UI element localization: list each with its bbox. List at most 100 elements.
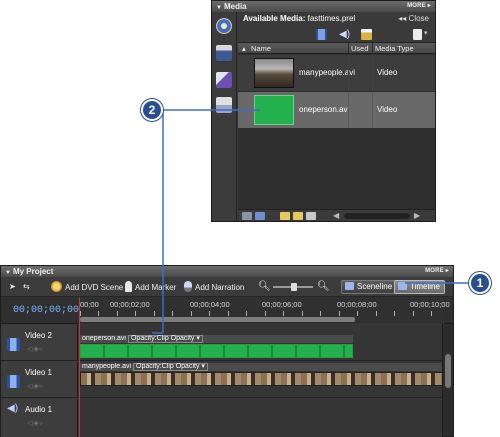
clip-name: manypeople.avi: [82, 363, 132, 370]
track-controls[interactable]: ◁◈▹: [27, 345, 44, 353]
time-stretch-tool-icon[interactable]: ⇆: [23, 281, 30, 293]
zoom-slider-thumb[interactable]: [291, 283, 297, 291]
audio-icon[interactable]: ◀): [339, 29, 350, 40]
media-panel: ▼ Media MORE ▸ Available Media: fasttimes…: [211, 0, 436, 222]
zoom-in-icon[interactable]: 🔍︎: [317, 281, 330, 293]
media-film-icon[interactable]: [216, 18, 232, 34]
callout-1: 1: [469, 272, 491, 294]
col-name-header[interactable]: Name: [251, 43, 271, 54]
track-controls[interactable]: ◁◈▹: [27, 382, 44, 390]
project-panel-titlebar[interactable]: ▼ My Project MORE ▸: [1, 266, 453, 277]
track-header-video-1: Video 1 ◁◈▹: [1, 362, 78, 397]
timeline-icon: [398, 282, 407, 290]
col-media-type-header[interactable]: Media Type: [375, 43, 414, 54]
add-marker-label: Add Marker: [135, 283, 177, 292]
project-toolbar: ➤ ⇆ Add DVD Scene Add Marker Add Narrati…: [1, 277, 453, 297]
project-panel-title: My Project: [12, 267, 54, 276]
track-video-1: Video 1 ◁◈▹ manypeople.avi Opacity:Clip O…: [1, 362, 444, 398]
current-timecode[interactable]: 00;00;00;00: [13, 305, 79, 316]
folder-icon[interactable]: [293, 212, 303, 220]
new-item-dropdown-icon[interactable]: ▾: [424, 29, 428, 37]
thumbnail-view-icon[interactable]: [255, 212, 265, 220]
sort-arrow-icon[interactable]: ▴: [242, 43, 246, 54]
media-item-manypeople[interactable]: manypeople.avi Video: [238, 55, 435, 91]
clip-oneperson-header[interactable]: oneperson.avi Opacity:Clip Opacity ▾: [80, 335, 353, 343]
track-audio-1: ◀) Audio 1 ◁◈▹: [1, 399, 442, 437]
collapse-triangle-icon[interactable]: ▼: [5, 270, 11, 276]
work-area-bar[interactable]: [80, 317, 355, 322]
add-narration-button[interactable]: Add Narration: [184, 281, 244, 294]
track-header-video-2: Video 2 ◁◈▹: [1, 325, 78, 360]
close-button[interactable]: ◂◂ Close: [398, 12, 429, 26]
timeline-vertical-scrollbar[interactable]: [442, 324, 453, 436]
clip-manypeople[interactable]: [80, 372, 444, 386]
callout-2: 2: [141, 99, 163, 121]
scroll-right-icon[interactable]: ▶: [414, 211, 420, 220]
timeline-button[interactable]: Timeline: [394, 280, 445, 294]
track-controls[interactable]: ◁◈▹: [27, 419, 44, 427]
clip-oneperson[interactable]: [80, 344, 353, 358]
time-ruler[interactable]: 00;00 00;00;02;00 00;00;04;00 00;00;06;0…: [79, 297, 450, 324]
filmstrip-icon[interactable]: [316, 29, 327, 40]
close-label: Close: [408, 14, 429, 23]
collapse-triangle-icon[interactable]: ▼: [216, 5, 222, 11]
time-ruler-row: 00;00;00;00 00;00 00;00;02;00 00;00;04;0…: [1, 297, 453, 324]
add-dvd-scene-label: Add DVD Scene: [65, 283, 124, 292]
opacity-dropdown[interactable]: Opacity:Clip Opacity ▾: [127, 335, 203, 343]
add-marker-button[interactable]: Add Marker: [125, 281, 176, 294]
new-item-icon[interactable]: [413, 29, 422, 40]
microphone-icon: [184, 281, 192, 292]
clapper-icon[interactable]: [216, 45, 232, 61]
media-panel-titlebar[interactable]: ▼ Media MORE ▸: [212, 1, 435, 12]
still-image-icon[interactable]: [361, 29, 372, 40]
dvd-scene-icon: [51, 281, 62, 292]
track-name: Audio 1: [25, 405, 53, 414]
available-media-file: fasttimes.prel: [307, 14, 356, 23]
clip-name: oneperson.avi: [82, 335, 126, 342]
media-more-menu[interactable]: MORE ▸: [407, 1, 431, 12]
video-track-icon[interactable]: [7, 375, 20, 388]
available-media-label: Available Media:: [243, 14, 306, 23]
effects-icon[interactable]: [216, 72, 232, 88]
track-name: Video 2: [25, 331, 52, 340]
media-sidebar: [212, 12, 237, 221]
clip-manypeople-header[interactable]: manypeople.avi Opacity:Clip Opacity ▾: [80, 363, 444, 371]
playhead-line[interactable]: [79, 299, 80, 437]
delete-icon[interactable]: [306, 212, 316, 220]
add-narration-label: Add Narration: [195, 283, 245, 292]
zoom-out-icon[interactable]: 🔍︎: [258, 281, 271, 293]
vertical-scroll-thumb[interactable]: [445, 354, 451, 388]
timeline-label: Timeline: [410, 282, 440, 291]
project-panel: ▼ My Project MORE ▸ ➤ ⇆ Add DVD Scene Add…: [0, 265, 454, 437]
speaker-icon[interactable]: ◀): [7, 403, 18, 414]
media-toolbar: ◀) ▾: [238, 26, 435, 43]
available-media-bar: Available Media: fasttimes.prel ◂◂ Close: [238, 12, 435, 26]
add-dvd-scene-button[interactable]: Add DVD Scene: [51, 281, 123, 294]
opacity-label: Opacity:Clip Opacity: [136, 363, 200, 370]
col-used-header[interactable]: Used: [351, 43, 369, 54]
ruler-label: 00;00;02;00: [110, 300, 150, 309]
opacity-dropdown[interactable]: Opacity:Clip Opacity ▾: [133, 363, 208, 371]
project-more-menu[interactable]: MORE ▸: [425, 266, 449, 277]
new-folder-icon[interactable]: [280, 212, 290, 220]
media-item-name: oneperson.avi: [299, 105, 350, 114]
media-bottom-bar: ◀ ▶: [238, 209, 435, 221]
selection-tool-icon[interactable]: ➤: [9, 281, 16, 293]
ruler-label: 00;00;04;00: [190, 300, 230, 309]
marker-icon: [125, 281, 132, 292]
list-view-icon[interactable]: [242, 212, 252, 220]
track-video-2: Video 2 ◁◈▹ oneperson.avi Opacity:Clip Op…: [1, 325, 442, 361]
media-panel-title: Media: [223, 2, 247, 11]
media-item-oneperson[interactable]: oneperson.avi Video: [238, 92, 435, 128]
sceneline-button[interactable]: Sceneline: [341, 280, 398, 294]
sceneline-icon: [345, 282, 354, 290]
scroll-left-icon[interactable]: ◀: [333, 211, 339, 220]
opacity-label: Opacity:Clip Opacity: [130, 335, 195, 342]
track-header-audio-1: ◀) Audio 1 ◁◈▹: [1, 399, 78, 437]
horizontal-scrollbar[interactable]: [344, 213, 410, 219]
media-item-type: Video: [377, 68, 398, 77]
titles-icon[interactable]: [216, 97, 232, 113]
oneperson-thumbnail: [254, 95, 294, 125]
video-track-icon[interactable]: [7, 338, 20, 351]
media-item-type: Video: [377, 105, 398, 114]
